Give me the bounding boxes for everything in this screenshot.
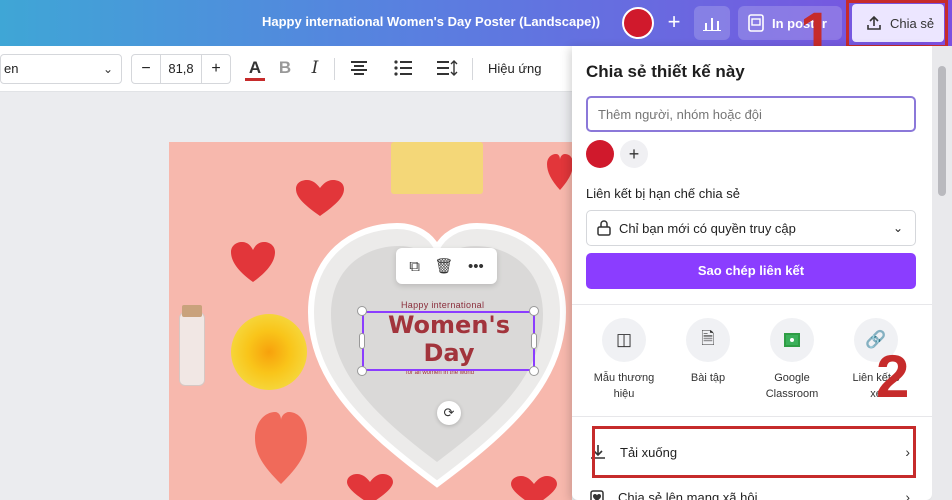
align-center-icon[interactable] [348, 60, 370, 76]
more-options-icon[interactable]: ••• [468, 258, 484, 275]
heart-decoration-icon [347, 474, 393, 500]
italic-icon[interactable]: I [304, 58, 326, 78]
analytics-button[interactable] [694, 6, 730, 40]
share-option-brand-template[interactable]: ◫ Mẫu thương hiệu [582, 318, 666, 402]
copy-link-button[interactable]: Sao chép liên kết [586, 253, 916, 289]
share-social-label: Chia sẻ lên mạng xã hội [618, 489, 758, 500]
text-color-icon[interactable]: A [244, 58, 266, 78]
heart-icon [590, 490, 604, 500]
font-name: en [4, 61, 19, 76]
user-avatar[interactable] [622, 7, 654, 39]
decrease-size-button[interactable]: − [132, 60, 160, 78]
duplicate-icon[interactable]: ⧉ [409, 258, 420, 275]
share-option-google-classroom[interactable]: Google Classroom [750, 318, 834, 402]
add-people-input[interactable] [586, 96, 916, 132]
resize-handle[interactable] [531, 333, 537, 349]
scrollbar-thumb[interactable] [938, 66, 946, 196]
step-number-2: 2 [876, 343, 910, 410]
yellow-flower-image [231, 314, 307, 390]
lock-icon [597, 220, 611, 236]
toolbar-divider [334, 58, 335, 80]
link-access-value: Chỉ bạn mới có quyền truy cập [619, 220, 796, 236]
option-label: Mẫu thương [593, 372, 655, 384]
line-spacing-icon[interactable] [436, 60, 458, 76]
resize-handle[interactable] [357, 306, 367, 316]
add-collaborator-icon[interactable]: + [660, 8, 688, 36]
resize-handle[interactable] [359, 333, 365, 349]
heart-decoration-icon [296, 180, 344, 216]
editor-toolbar: en ⌄ − 81,8 + A B I Hiệu ứng [0, 46, 572, 92]
rotate-icon[interactable]: ⟳ [437, 401, 461, 425]
template-icon: ◫ [602, 318, 646, 362]
option-label: Bài tập [690, 372, 726, 384]
chevron-down-icon: ⌄ [102, 62, 113, 76]
gift-box-image [391, 142, 483, 194]
print-icon [748, 14, 764, 32]
chevron-down-icon: ⌄ [892, 221, 903, 235]
chevron-right-icon: › [905, 489, 910, 500]
trash-icon[interactable]: 🗑 [434, 257, 453, 275]
font-family-select[interactable]: en ⌄ [0, 54, 122, 84]
toolbar-divider [472, 58, 473, 80]
document-title[interactable]: Happy international Women's Day Poster (… [262, 14, 600, 29]
resize-handle[interactable] [529, 306, 539, 316]
option-label: Classroom [765, 388, 819, 400]
link-access-label: Liên kết bị hạn chế chia sẻ [586, 186, 740, 201]
heart-decoration-icon [511, 476, 557, 500]
share-highlight-box [846, 0, 948, 48]
bold-icon[interactable]: B [274, 58, 296, 78]
bullet-list-icon[interactable] [392, 60, 414, 76]
poster-subtitle: Happy international [401, 300, 485, 310]
panel-divider [572, 416, 932, 417]
heart-decoration-icon [231, 242, 275, 282]
share-panel-title: Chia sẻ thiết kế này [586, 62, 745, 81]
font-size-stepper[interactable]: − 81,8 + [131, 54, 231, 84]
classroom-icon [770, 318, 814, 362]
bar-chart-icon [703, 18, 721, 31]
love-letter-decoration-icon [255, 412, 307, 484]
download-highlight-box [592, 426, 916, 478]
document-icon: 🗎 [686, 318, 730, 362]
panel-scrollbar[interactable] [932, 46, 952, 500]
effects-button[interactable]: Hiệu ứng [488, 61, 542, 76]
option-label: hiệu [613, 388, 635, 400]
resize-handle[interactable] [529, 366, 539, 376]
option-label: Google [774, 372, 810, 384]
element-action-bar: ⧉ 🗑 ••• [396, 248, 497, 284]
panel-divider [572, 304, 932, 305]
text-color-swatch [245, 78, 265, 81]
heart-decoration-icon [547, 154, 572, 190]
font-size-value[interactable]: 81,8 [160, 55, 202, 83]
link-access-select[interactable]: Chỉ bạn mới có quyền truy cập ⌄ [586, 210, 916, 246]
share-option-assignment[interactable]: 🗎 Bài tập [666, 318, 750, 386]
increase-size-button[interactable]: + [202, 60, 230, 78]
owner-avatar [586, 140, 614, 168]
resize-handle[interactable] [357, 366, 367, 376]
pill-bottle-image [179, 305, 205, 386]
text-selection-frame[interactable] [362, 311, 535, 371]
add-person-icon[interactable]: + [620, 140, 648, 168]
